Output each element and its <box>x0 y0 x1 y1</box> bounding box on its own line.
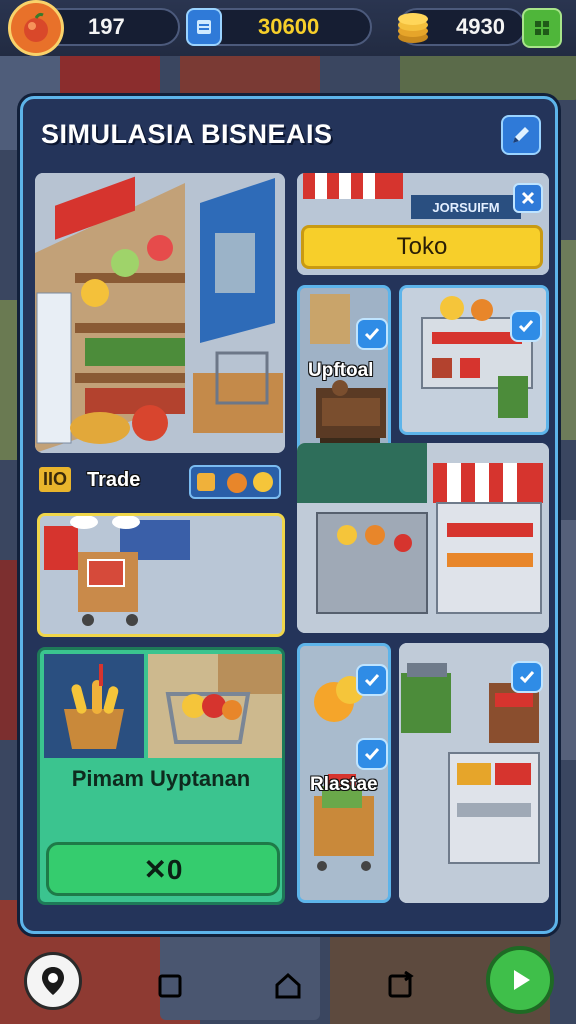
trade-row: IIO Trade <box>39 465 287 501</box>
shop-corner-check <box>511 661 543 693</box>
trade-items-strip[interactable] <box>189 465 281 499</box>
coin-stack-icon <box>390 4 436 50</box>
promo-card: Pimam Uyptanan ✕0 <box>37 647 285 905</box>
rlastae-check-mid <box>356 738 388 770</box>
edit-button[interactable] <box>501 115 541 155</box>
trade-label: Trade <box>87 469 141 491</box>
bread-basket-icon <box>44 654 144 758</box>
storefront-card[interactable]: JORSUIFM Toko <box>297 173 549 275</box>
close-button[interactable] <box>513 183 543 213</box>
checkmark-icon <box>364 748 380 761</box>
play-icon <box>514 970 530 990</box>
close-icon <box>521 191 535 205</box>
location-button[interactable] <box>24 952 82 1010</box>
square-icon <box>158 974 182 998</box>
coins-value: 4930 <box>456 14 505 39</box>
location-pin-icon <box>42 967 64 995</box>
card-icon <box>186 8 222 46</box>
home-icon <box>275 972 301 999</box>
rotate-button[interactable] <box>380 966 420 1006</box>
basket-tile[interactable] <box>44 654 144 758</box>
promo-title: Pimam Uyptanan <box>71 766 251 791</box>
rlastae-check-top <box>356 664 388 696</box>
cart-scene <box>40 516 282 634</box>
cart-card[interactable] <box>37 513 285 637</box>
fruit-cart-icon <box>148 654 282 758</box>
top-hud: 197 30600 4930 <box>0 0 576 56</box>
add-coins-icon[interactable] <box>522 8 562 48</box>
rotate-icon <box>388 971 414 998</box>
gems-value: 30600 <box>258 14 320 39</box>
fruit-cart-tile[interactable] <box>148 654 282 758</box>
produce-shelf-card[interactable] <box>399 285 549 435</box>
shop-corner-card[interactable] <box>399 643 549 903</box>
produce-shelf-check <box>510 310 542 342</box>
market-stall-scene <box>297 443 549 633</box>
store-tag: JORSUIFM <box>411 195 521 219</box>
play-button[interactable] <box>486 946 554 1014</box>
toko-button[interactable]: Toko <box>301 225 543 269</box>
rlastae-label: Rlastae <box>310 774 378 795</box>
checkmark-icon <box>519 671 535 684</box>
store-interior-card[interactable] <box>35 173 285 453</box>
produce-icons <box>197 472 273 493</box>
panel-title: SIMULASIA BISNEAIS <box>41 119 333 149</box>
level-value: 197 <box>88 14 125 39</box>
market-stall-card[interactable] <box>297 443 549 633</box>
gems-counter: 30600 <box>200 8 372 46</box>
uptoal-label: Upftoal <box>308 360 374 381</box>
store-interior-scene <box>35 173 285 453</box>
bottom-nav <box>0 944 576 1024</box>
recent-apps-button[interactable] <box>150 966 190 1006</box>
business-panel: SIMULASIA BISNEAIS IIO Trade Pimam Uypta… <box>20 96 558 934</box>
home-button[interactable] <box>268 966 308 1006</box>
promo-button[interactable]: ✕0 <box>46 842 280 896</box>
avatar-icon[interactable] <box>8 0 64 56</box>
uptoal-check <box>356 318 388 350</box>
checkmark-icon <box>364 674 380 687</box>
pencil-icon <box>513 127 529 143</box>
checkmark-icon <box>364 328 380 341</box>
rlastae-card[interactable]: Rlastae <box>297 643 391 903</box>
checkmark-icon <box>518 320 534 333</box>
trade-badge: IIO <box>39 467 72 492</box>
